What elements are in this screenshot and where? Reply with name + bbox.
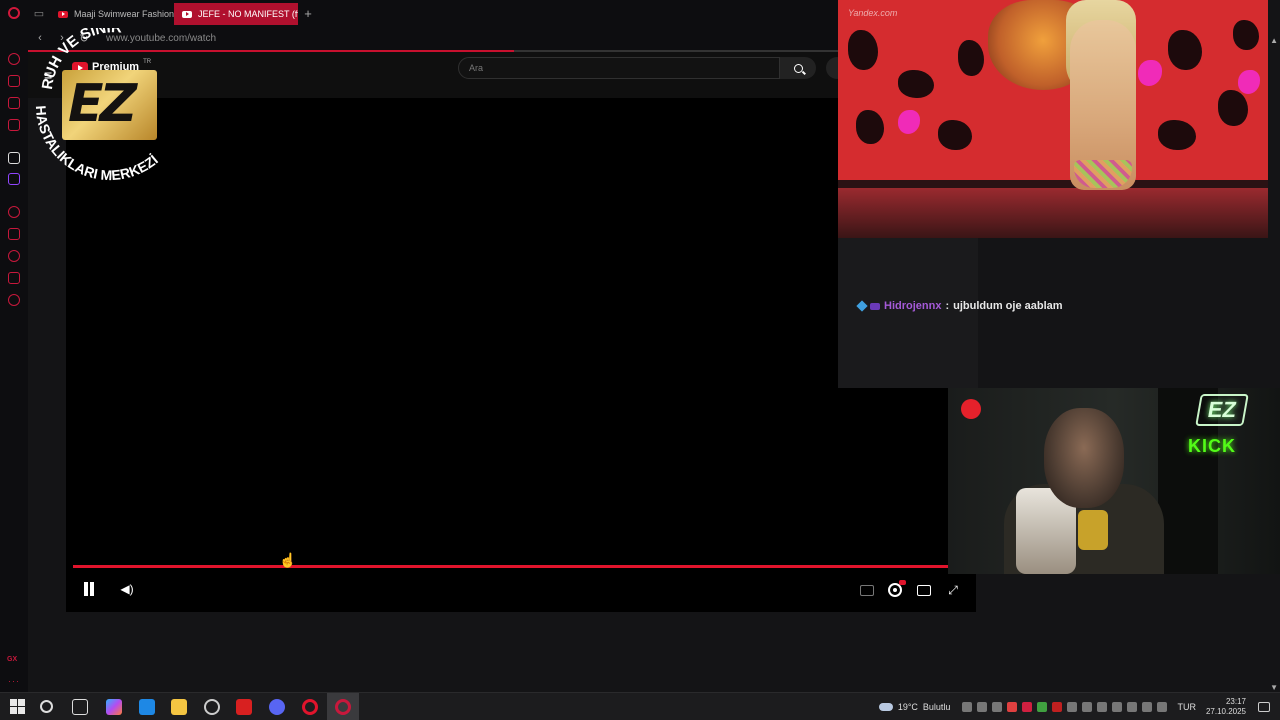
chat-text: ujbuldum oje aablam — [953, 300, 1063, 312]
hd-badge — [899, 580, 906, 585]
opera-gx-icon — [335, 699, 351, 715]
voicemeeter-icon[interactable] — [236, 699, 252, 715]
sidebar-aria-icon[interactable] — [8, 53, 20, 65]
streamer-figure — [1044, 408, 1124, 508]
youtube-favicon-icon — [58, 10, 68, 18]
speaker-icon[interactable] — [1157, 702, 1168, 712]
tray-app-icon[interactable] — [1007, 702, 1018, 712]
sub-badge-icon — [870, 302, 880, 310]
pause-icon[interactable] — [82, 582, 96, 598]
chat-panel — [838, 238, 978, 388]
tab-jefe-active[interactable]: JEFE - NO MANIFEST (ft. — [174, 3, 298, 25]
sidebar-shop-icon[interactable] — [8, 75, 20, 87]
subtitles-icon[interactable] — [860, 585, 874, 596]
microphone-icon[interactable] — [1112, 702, 1123, 712]
youtube-favicon-icon — [182, 10, 192, 18]
sidebar-twitch-icon[interactable] — [8, 173, 20, 185]
sidebar-arrow-icon[interactable] — [8, 152, 20, 164]
chat-badge-icon — [856, 300, 868, 312]
outlook-icon[interactable] — [139, 699, 155, 715]
weather-widget[interactable]: 19°C Bulutlu — [878, 702, 951, 712]
clock-app-icon[interactable] — [204, 699, 220, 715]
cloud-icon — [878, 703, 893, 711]
sidebar-bookmark-icon[interactable] — [8, 228, 20, 240]
chat-separator: : — [945, 300, 950, 312]
opera-icon[interactable] — [302, 699, 318, 715]
chat-username: Hidrojennx — [884, 300, 942, 312]
weather-desc: Bulutlu — [922, 702, 951, 712]
tray-app-icon[interactable] — [962, 702, 973, 712]
volume-icon[interactable]: ◀) — [120, 582, 134, 596]
search-input[interactable]: Ara — [458, 57, 780, 79]
search-button[interactable] — [780, 57, 816, 79]
browser-tab-strip: ▭ Maaji Swimwear Fashion JEFE - NO MANIF… — [0, 0, 838, 26]
tray-icons — [962, 702, 1168, 712]
sidebar-history-icon[interactable] — [8, 250, 20, 262]
hand-cursor-icon: ☝ — [279, 552, 297, 568]
input-language[interactable]: TUR — [1177, 702, 1196, 712]
source-watermark: Yandex.com — [848, 8, 898, 18]
tray-app-icon[interactable] — [992, 702, 1003, 712]
tray-app-icon[interactable] — [1037, 702, 1048, 712]
steam-tray-icon[interactable] — [977, 702, 988, 712]
video-progress-bar[interactable] — [73, 565, 948, 568]
tray-app-icon[interactable] — [1097, 702, 1108, 712]
search-icon[interactable] — [40, 700, 53, 713]
browser-sidebar: GX ··· — [0, 26, 28, 692]
opera-gx-active-app[interactable] — [327, 693, 359, 720]
neon-kick-sign: KICK — [1188, 436, 1236, 456]
weather-temp: 19°C — [897, 702, 918, 712]
sidebar-extensions-icon[interactable] — [8, 272, 20, 284]
sidebar-gx-label[interactable]: GX — [7, 656, 17, 663]
sidebar-settings-icon[interactable] — [8, 294, 20, 306]
sidebar-gamer-icon[interactable] — [8, 97, 20, 109]
tray-app-icon[interactable] — [1082, 702, 1093, 712]
tab-label: JEFE - NO MANIFEST (ft. — [198, 9, 298, 19]
tray-app-icon[interactable] — [1127, 702, 1138, 712]
recording-indicator-icon — [961, 399, 981, 419]
discord-icon[interactable] — [269, 699, 285, 715]
network-icon[interactable] — [1142, 702, 1153, 712]
scroll-up-icon[interactable]: ▲ — [1270, 36, 1278, 45]
desktop-screen: ▭ Maaji Swimwear Fashion JEFE - NO MANIF… — [0, 0, 1280, 720]
start-button[interactable] — [10, 699, 26, 715]
sidebar-news-icon[interactable] — [8, 119, 20, 131]
sidebar-more-icon[interactable]: ··· — [8, 676, 20, 686]
tray-app-icon[interactable] — [1052, 702, 1063, 712]
miniplayer-icon[interactable] — [917, 585, 931, 596]
copilot-icon[interactable] — [106, 699, 122, 715]
neon-ez-sign: EZ — [1195, 394, 1249, 426]
notifications-icon[interactable] — [1258, 702, 1270, 712]
file-explorer-icon[interactable] — [171, 699, 187, 715]
windows-taskbar: 19°C Bulutlu TUR 23:17 27.10.2025 — [0, 692, 1280, 720]
tray-app-icon[interactable] — [1022, 702, 1033, 712]
taskbar-clock[interactable]: 23:17 27.10.2025 — [1206, 697, 1246, 717]
logo-letters: EZ — [68, 74, 137, 134]
fullscreen-icon[interactable]: ⤢ — [947, 583, 959, 597]
fashion-video-overlay: Yandex.com — [838, 0, 1268, 238]
tab-switcher-icon[interactable]: ▭ — [28, 0, 50, 26]
clock-time: 23:17 — [1225, 697, 1246, 706]
sidebar-player-icon[interactable] — [8, 206, 20, 218]
clock-date: 27.10.2025 — [1205, 707, 1246, 716]
system-tray: 19°C Bulutlu TUR 23:17 27.10.2025 — [878, 693, 1280, 720]
opera-menu-icon[interactable] — [0, 0, 28, 26]
search-icon — [793, 63, 803, 73]
scroll-down-icon[interactable]: ▼ — [1270, 683, 1278, 692]
task-view-icon[interactable] — [72, 699, 88, 715]
ez-logo-overlay: RUH VE SİNİR HASTALIKLARI MERKEZİ EZ — [30, 19, 190, 188]
tab-maaji[interactable]: Maaji Swimwear Fashion — [50, 3, 174, 25]
settings-icon[interactable] — [888, 583, 902, 597]
new-tab-button[interactable]: + — [298, 6, 318, 21]
tray-app-icon[interactable] — [1067, 702, 1078, 712]
tab-label: Maaji Swimwear Fashion — [74, 9, 174, 19]
chat-message: Hidrojennx : ujbuldum oje aablam — [856, 300, 1063, 312]
